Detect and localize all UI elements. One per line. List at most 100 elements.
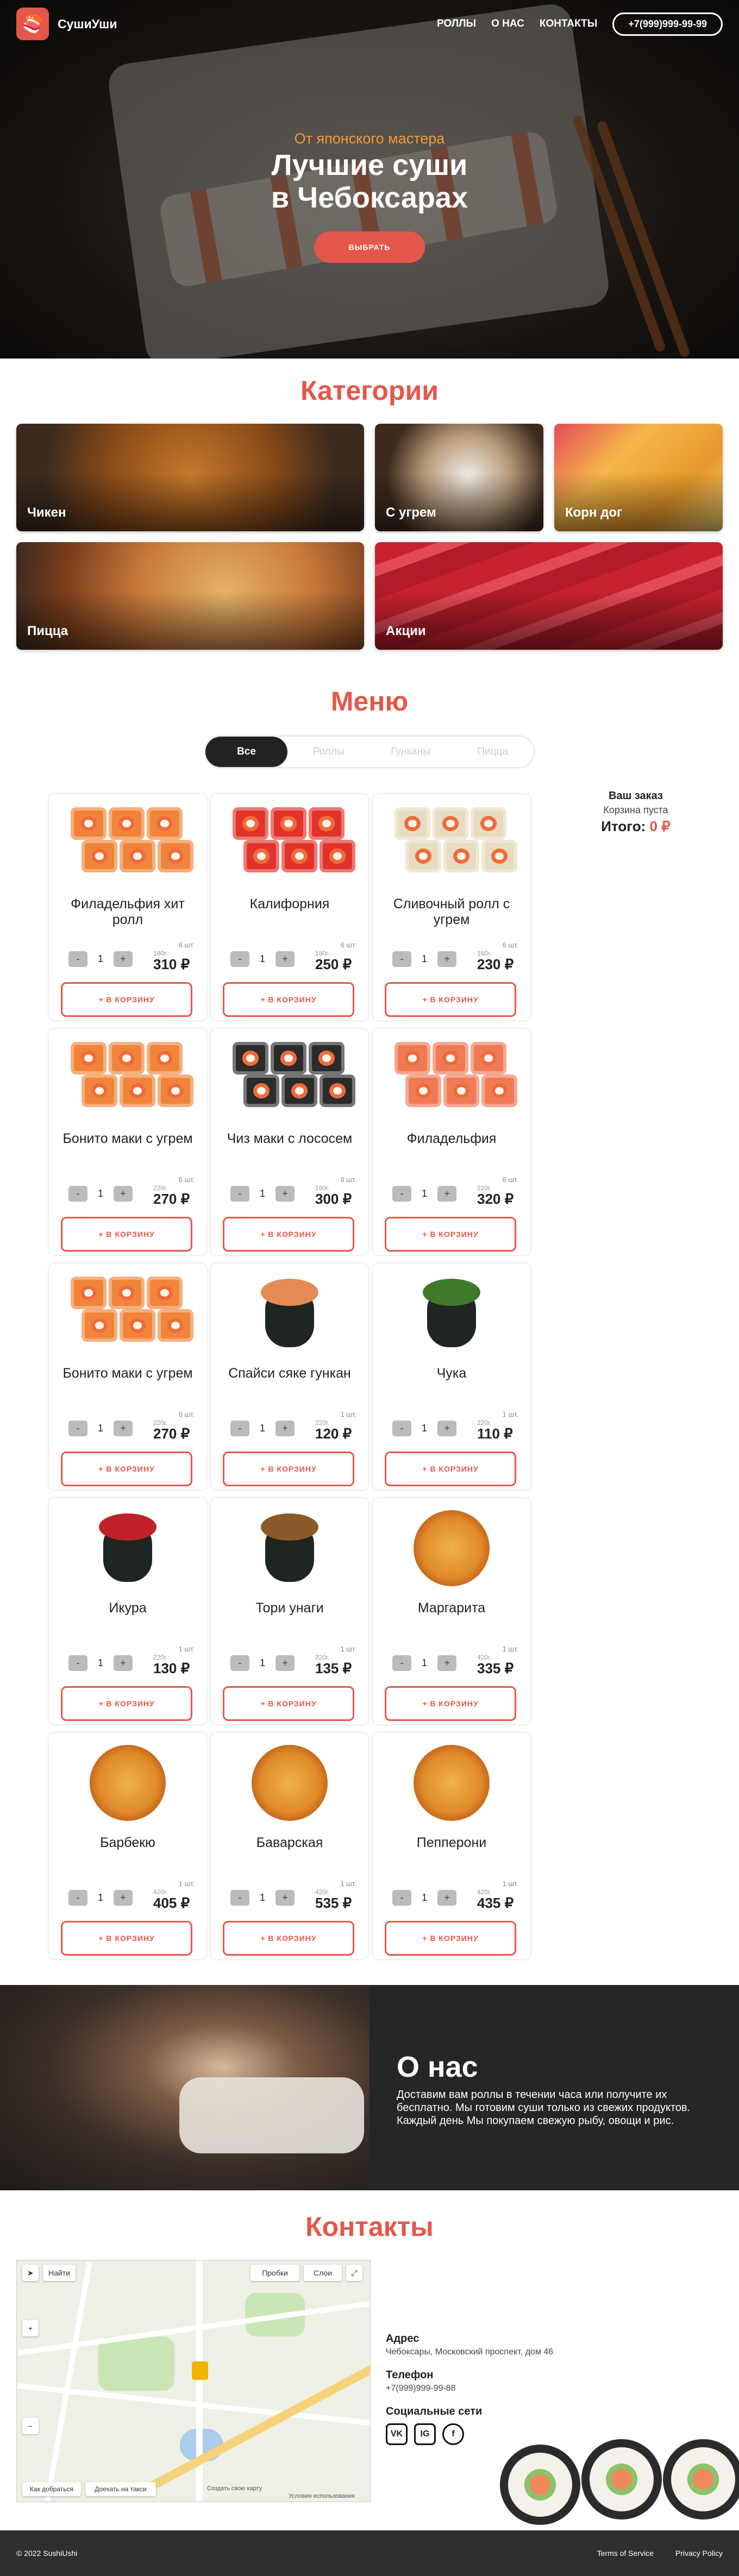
add-to-cart-button[interactable]: + В КОРЗИНУ xyxy=(61,1452,192,1486)
category-card-chicken[interactable]: Чикен xyxy=(16,424,364,531)
choose-button[interactable]: ВЫБРАТЬ xyxy=(314,231,425,263)
plus-button[interactable]: + xyxy=(114,1655,133,1671)
product-name: Икура xyxy=(109,1600,147,1616)
map-widget[interactable]: ➤ Найти Пробки Слои ⤢ + − Как добраться … xyxy=(16,2260,371,2502)
quantity-stepper: - 1 + xyxy=(68,1655,133,1671)
plus-button[interactable]: + xyxy=(114,1421,133,1436)
tab-all[interactable]: Все xyxy=(205,737,287,767)
menu-card: Чиз маки с лососем 6 шт. - 1 + 180г. 300… xyxy=(211,1029,368,1255)
minus-button[interactable]: - xyxy=(230,1186,249,1202)
minus-button[interactable]: - xyxy=(68,1655,87,1671)
address-label: Адрес xyxy=(386,2333,419,2345)
phone-value[interactable]: +7(999)999-99-88 xyxy=(386,2384,603,2393)
add-to-cart-button[interactable]: + В КОРЗИНУ xyxy=(385,1921,516,1956)
map-route-button[interactable]: Как добраться xyxy=(22,2482,81,2496)
plus-button[interactable]: + xyxy=(437,1890,456,1906)
plus-button[interactable]: + xyxy=(437,1186,456,1202)
minus-button[interactable]: - xyxy=(392,1890,411,1906)
minus-button[interactable]: - xyxy=(392,951,411,967)
plus-button[interactable]: + xyxy=(275,951,295,967)
add-to-cart-button[interactable]: + В КОРЗИНУ xyxy=(385,1686,516,1721)
add-to-cart-button[interactable]: + В КОРЗИНУ xyxy=(61,1686,192,1721)
map-taxi-button[interactable]: Доехать на такси xyxy=(85,2482,156,2496)
minus-button[interactable]: - xyxy=(68,1186,87,1202)
product-image xyxy=(389,802,517,883)
add-to-cart-button[interactable]: + В КОРЗИНУ xyxy=(223,1452,354,1486)
tab-rolls[interactable]: Роллы xyxy=(287,737,369,767)
add-to-cart-button[interactable]: + В КОРЗИНУ xyxy=(61,1921,192,1956)
terms-link[interactable]: Terms of Service xyxy=(597,2549,654,2558)
product-name: Барбекю xyxy=(100,1835,155,1850)
map-layers-button[interactable]: Слои xyxy=(304,2265,342,2281)
contacts-info: Адрес Чебоксары, Московский проспект, до… xyxy=(386,2321,603,2445)
add-to-cart-button[interactable]: + В КОРЗИНУ xyxy=(61,1217,192,1252)
minus-button[interactable]: - xyxy=(230,1890,249,1906)
add-to-cart-button[interactable]: + В КОРЗИНУ xyxy=(385,1452,516,1486)
minus-button[interactable]: - xyxy=(230,1655,249,1671)
zoom-in-icon[interactable]: + xyxy=(22,2320,39,2336)
product-price: 320 ₽ xyxy=(477,1191,514,1207)
tab-pizza[interactable]: Пицца xyxy=(452,737,534,767)
product-price: 300 ₽ xyxy=(315,1191,352,1207)
map-find-button[interactable]: Найти xyxy=(43,2265,76,2281)
add-to-cart-button[interactable]: + В КОРЗИНУ xyxy=(223,1686,354,1721)
product-name: Чука xyxy=(436,1366,467,1381)
plus-button[interactable]: + xyxy=(114,951,133,967)
add-to-cart-button[interactable]: + В КОРЗИНУ xyxy=(223,1921,354,1956)
tab-gunkans[interactable]: Гунканы xyxy=(369,737,452,767)
product-image xyxy=(227,802,355,883)
minus-button[interactable]: - xyxy=(68,1421,87,1436)
minus-button[interactable]: - xyxy=(68,1890,87,1906)
menu-title: Меню xyxy=(330,686,409,717)
minus-button[interactable]: - xyxy=(392,1186,411,1202)
product-name: Тори унаги xyxy=(255,1600,324,1616)
add-to-cart-button[interactable]: + В КОРЗИНУ xyxy=(223,1217,354,1252)
locate-icon[interactable]: ➤ xyxy=(22,2265,39,2281)
nav-rolls-link[interactable]: РОЛЛЫ xyxy=(437,18,476,30)
menu-card: Икура 1 шт. - 1 + 220г. 130 ₽ + В КОРЗИН… xyxy=(49,1498,206,1724)
add-to-cart-button[interactable]: + В КОРЗИНУ xyxy=(385,1217,516,1252)
vk-icon[interactable]: VK xyxy=(386,2423,408,2445)
minus-button[interactable]: - xyxy=(230,951,249,967)
plus-button[interactable]: + xyxy=(437,1655,456,1671)
instagram-icon[interactable]: IG xyxy=(414,2423,436,2445)
category-card-pizza[interactable]: Пицца xyxy=(16,542,364,650)
product-image xyxy=(65,1036,193,1118)
order-total-label: Итого: xyxy=(601,818,646,834)
plus-button[interactable]: + xyxy=(437,951,456,967)
nav-contacts-link[interactable]: КОНТАКТЫ xyxy=(540,18,598,30)
plus-button[interactable]: + xyxy=(275,1655,295,1671)
add-to-cart-button[interactable]: + В КОРЗИНУ xyxy=(385,982,516,1017)
category-card-corndog[interactable]: Корн дог xyxy=(554,424,723,531)
fullscreen-icon[interactable]: ⤢ xyxy=(346,2265,362,2281)
plus-button[interactable]: + xyxy=(114,1186,133,1202)
phone-button[interactable]: +7(999)999-99-99 xyxy=(612,12,723,36)
map-terms-link[interactable]: Условия использования xyxy=(289,2493,355,2499)
quantity-stepper: - 1 + xyxy=(230,1421,295,1436)
nav-about-link[interactable]: О НАС xyxy=(491,18,524,30)
minus-button[interactable]: - xyxy=(392,1655,411,1671)
minus-button[interactable]: - xyxy=(68,951,87,967)
map-create-link[interactable]: Создать свою карту xyxy=(207,2485,262,2492)
plus-button[interactable]: + xyxy=(437,1421,456,1436)
map-traffic-button[interactable]: Пробки xyxy=(250,2265,299,2281)
plus-button[interactable]: + xyxy=(114,1890,133,1906)
minus-button[interactable]: - xyxy=(230,1421,249,1436)
sushi-logo-icon[interactable]: 🍣 xyxy=(16,8,49,40)
add-to-cart-button[interactable]: + В КОРЗИНУ xyxy=(223,982,354,1017)
add-to-cart-button[interactable]: + В КОРЗИНУ xyxy=(61,982,192,1017)
facebook-icon[interactable]: f xyxy=(442,2423,464,2445)
plus-button[interactable]: + xyxy=(275,1421,295,1436)
plus-button[interactable]: + xyxy=(275,1890,295,1906)
zoom-out-icon[interactable]: − xyxy=(22,2418,39,2434)
plus-button[interactable]: + xyxy=(275,1186,295,1202)
brand-name[interactable]: СушиУши xyxy=(58,17,117,32)
category-card-eel[interactable]: С угрем xyxy=(375,424,543,531)
privacy-link[interactable]: Privacy Policy xyxy=(675,2549,723,2558)
category-card-promo[interactable]: Акции xyxy=(375,542,723,650)
quantity-value: 1 xyxy=(259,1892,265,1903)
quantity-stepper: - 1 + xyxy=(68,1421,133,1436)
map-marker-icon[interactable] xyxy=(192,2361,208,2380)
minus-button[interactable]: - xyxy=(392,1421,411,1436)
product-price: 110 ₽ xyxy=(477,1425,513,1442)
